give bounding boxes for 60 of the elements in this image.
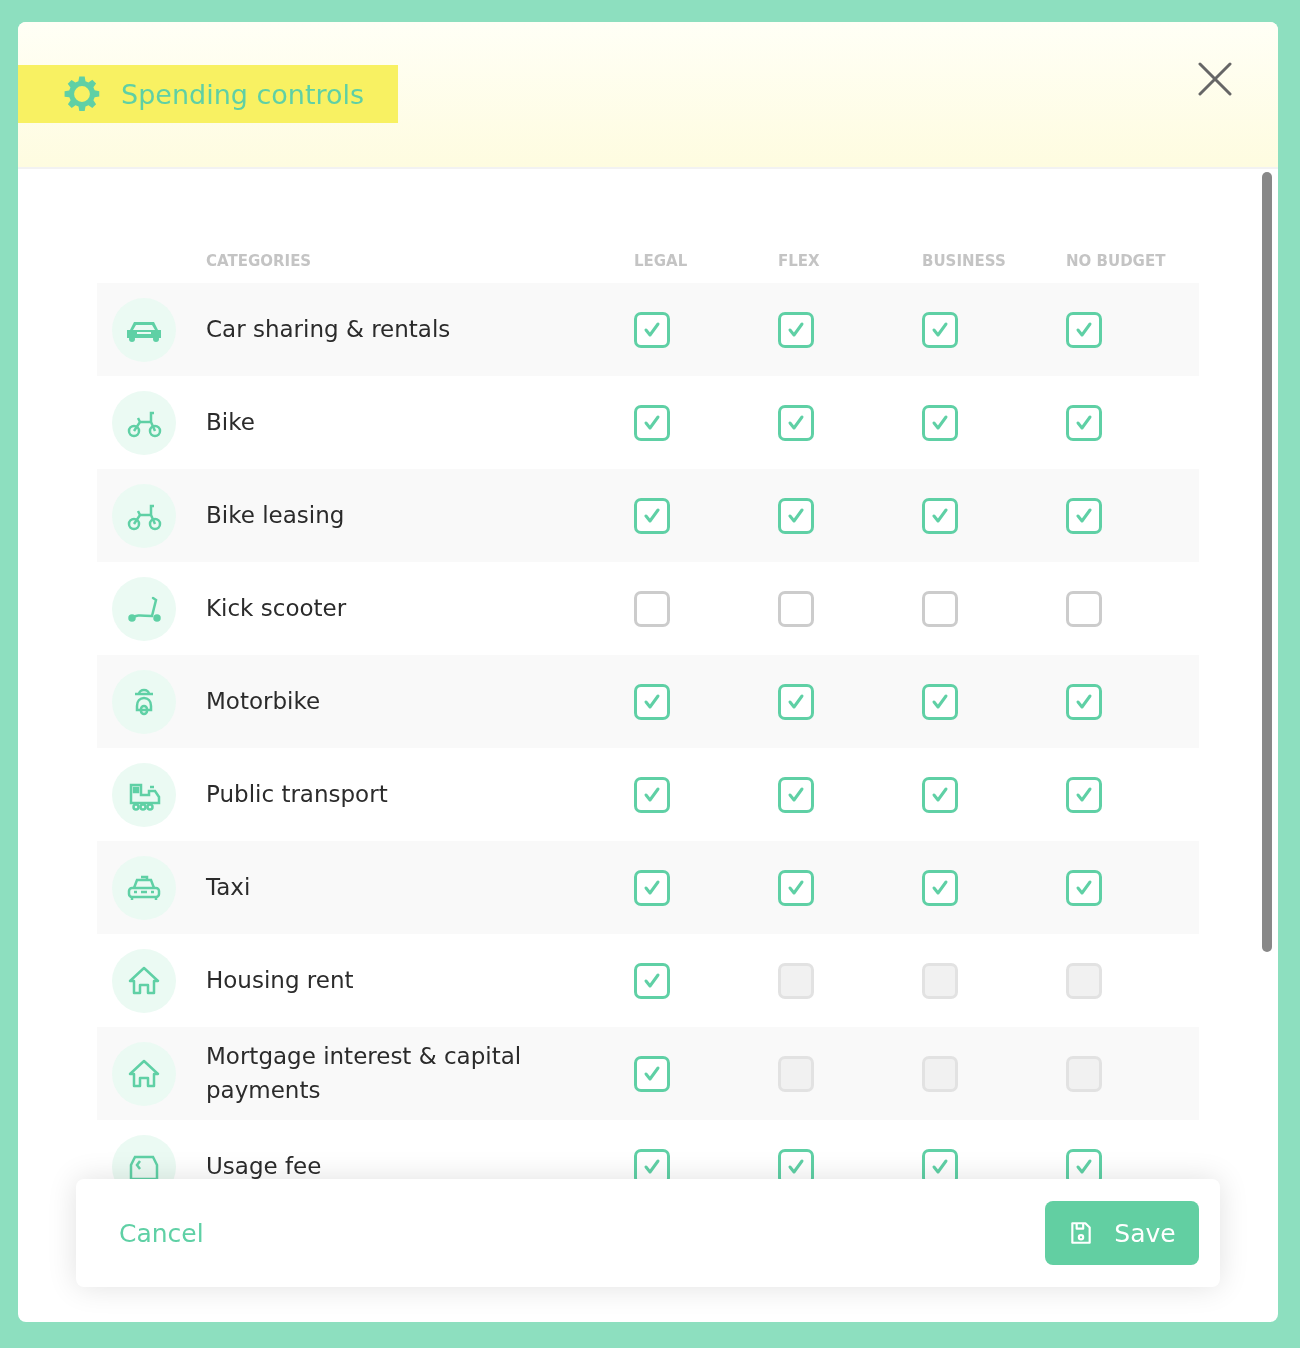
category-label: Mortgage interest & capital payments <box>206 1042 523 1105</box>
checkbox[interactable] <box>634 776 670 813</box>
taxi-icon <box>112 855 176 920</box>
bicycle-icon <box>112 390 176 455</box>
scooter-icon <box>112 669 176 734</box>
cancel-button[interactable]: Cancel <box>119 1218 204 1248</box>
column-header: FLEX <box>778 252 821 270</box>
checkbox[interactable] <box>778 497 814 534</box>
category-label: Motorbike <box>206 686 322 716</box>
checkbox[interactable] <box>922 776 958 813</box>
checkbox[interactable] <box>922 497 958 534</box>
settings-icon <box>63 75 101 113</box>
checkbox[interactable] <box>634 497 670 534</box>
checkbox[interactable] <box>922 683 958 720</box>
car-icon <box>112 297 176 362</box>
checkbox[interactable] <box>922 590 958 627</box>
dialog-title: Spending controls <box>121 78 365 110</box>
checkbox[interactable] <box>634 1055 670 1092</box>
checkbox[interactable] <box>1066 311 1102 348</box>
checkbox[interactable] <box>634 590 670 627</box>
checkbox[interactable] <box>1066 776 1102 813</box>
column-header: LEGAL <box>634 252 689 270</box>
checkbox[interactable] <box>634 962 670 999</box>
bicycle-icon <box>112 483 176 548</box>
scrollbar[interactable] <box>1262 172 1272 952</box>
category-label: Housing rent <box>206 965 355 995</box>
checkbox[interactable] <box>778 311 814 348</box>
checkbox[interactable] <box>922 311 958 348</box>
category-label: Taxi <box>206 872 252 902</box>
checkbox[interactable] <box>1066 590 1102 627</box>
checkbox[interactable] <box>634 869 670 906</box>
checkbox[interactable] <box>1066 683 1102 720</box>
train-icon <box>112 762 176 827</box>
house-icon <box>112 1041 176 1106</box>
category-label: Car sharing & rentals <box>206 314 452 344</box>
save-button[interactable]: Save <box>1045 1201 1199 1265</box>
checkbox[interactable] <box>922 869 958 906</box>
checkbox[interactable] <box>1066 404 1102 441</box>
category-label: Usage fee <box>206 1151 323 1181</box>
checkbox[interactable] <box>778 404 814 441</box>
column-header: NO BUDGET <box>1066 252 1167 270</box>
checkbox[interactable] <box>634 404 670 441</box>
house-icon <box>112 948 176 1013</box>
checkbox[interactable] <box>778 869 814 906</box>
checkbox[interactable] <box>634 683 670 720</box>
close-button[interactable] <box>1198 62 1232 96</box>
checkbox[interactable] <box>634 311 670 348</box>
category-label: Bike leasing <box>206 500 346 530</box>
checkbox[interactable] <box>922 404 958 441</box>
category-label: Kick scooter <box>206 593 348 623</box>
column-header: BUSINESS <box>922 252 1007 270</box>
scooter-icon <box>112 576 176 641</box>
column-header: CATEGORIES <box>206 252 313 270</box>
checkbox[interactable] <box>778 683 814 720</box>
checkbox[interactable] <box>1066 497 1102 534</box>
category-label: Bike <box>206 407 256 437</box>
checkbox[interactable] <box>778 590 814 627</box>
checkbox[interactable] <box>778 776 814 813</box>
checkbox[interactable] <box>1066 869 1102 906</box>
category-label: Public transport <box>206 779 389 809</box>
